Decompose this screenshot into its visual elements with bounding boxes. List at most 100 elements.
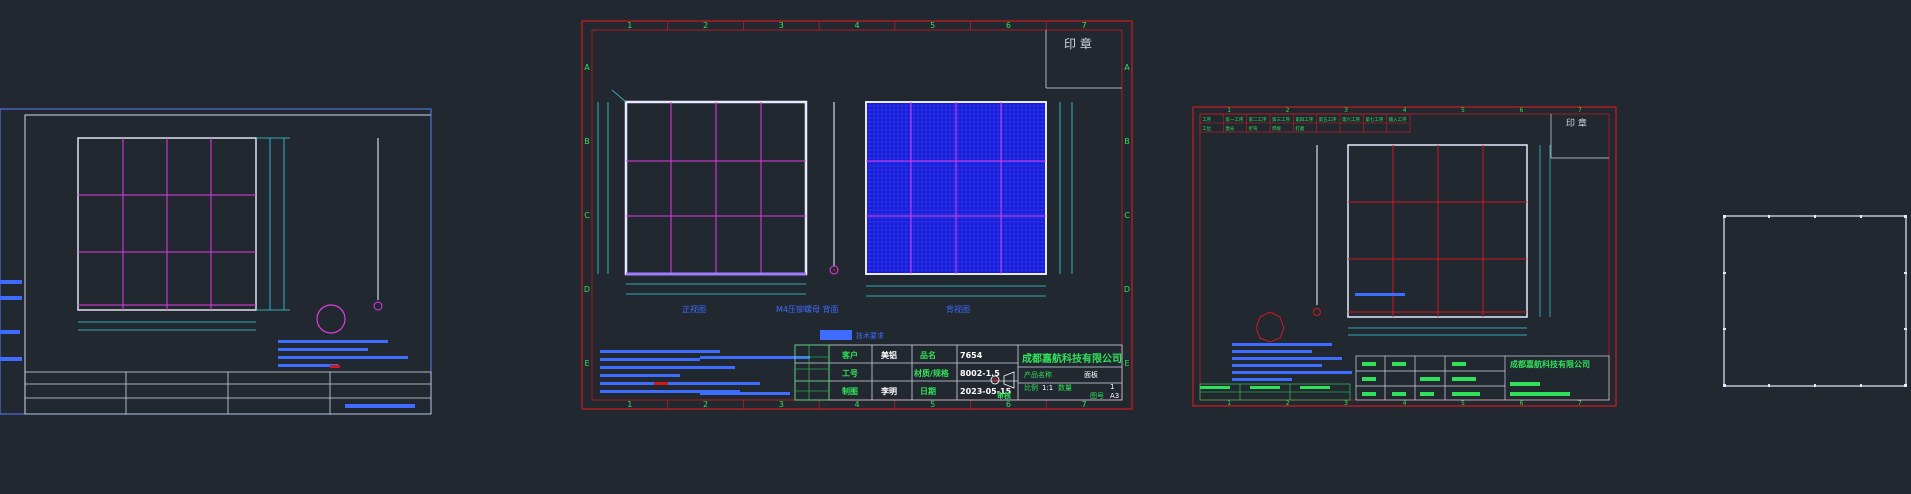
sheet2-row-letter-right: B (1124, 137, 1130, 146)
drawing-sheet-4[interactable] (1723, 215, 1907, 387)
sheet3-header-cell: 第七工序 (1365, 116, 1383, 123)
sheet2-row-letter: A (584, 63, 590, 72)
sheet2-company-info: 产品名称 面板 比例 1:1 数量 1 图号 A3 (1024, 370, 1119, 400)
sheet2-notes (600, 350, 810, 395)
sheet1-red-note (330, 365, 340, 368)
drawing-sheet-1[interactable] (0, 108, 432, 415)
sheet1-side-labels (0, 280, 22, 361)
sheet2-row-letter: D (584, 285, 590, 294)
sheet3-col-number-bottom: 7 (1578, 400, 1582, 407)
sheet2-col-number-bottom: 5 (930, 400, 935, 409)
sheet3-col-number-bottom: 1 (1227, 400, 1231, 407)
sheet3-header-cell: 第一工序 (1225, 116, 1243, 123)
sheet2-caption-mid: M4压铆螺母 背面 (776, 304, 839, 314)
sheet1-title-company (345, 404, 415, 408)
sheet2-stamp-box: 印 章 (1045, 30, 1122, 89)
sheet3-stamp-label: 印 章 (1566, 117, 1587, 129)
sheet3-dimensions (1348, 145, 1551, 336)
sheet2-product-label: 品名 (920, 350, 936, 360)
sheet2-col-number: 1 (627, 21, 632, 30)
sheet2-col-number-bottom: 7 (1082, 400, 1087, 409)
svg-text:比例: 比例 (1024, 383, 1038, 392)
sheet2-row-letter-right: A (1124, 63, 1130, 72)
sheet2-red-note (654, 382, 668, 385)
sheet2-col-number-bottom: 3 (779, 400, 784, 409)
sheet3-header-cell: 第四工序 (1295, 116, 1313, 123)
sheet2-col-number: 3 (779, 21, 784, 30)
svg-text:1: 1 (1110, 383, 1114, 391)
sheet3-col-number-bottom: 3 (1344, 400, 1348, 407)
sheet2-col-number-bottom: 1 (627, 400, 632, 409)
sheet2-process-label: 工号 (842, 369, 858, 378)
sheet2-title-text: 客户 美铝 品名 7654 工号 材质/规格 8002-1.5 制图 李明 日期… (841, 350, 1012, 400)
svg-text:图号: 图号 (1090, 392, 1104, 400)
sheet1-hole-symbol (373, 301, 383, 311)
sheet3-col-number: 1 (1227, 107, 1231, 114)
sheet2-col-number: 4 (854, 21, 859, 30)
svg-text:A3: A3 (1110, 392, 1119, 400)
sheet3-header-cell: 输入工序 (1389, 116, 1407, 123)
sheet2-legend-title: 技术要求 (856, 331, 884, 340)
sheet1-panel-grid (78, 138, 256, 310)
sheet2-row-letter: E (584, 359, 589, 368)
sheet2-col-number: 7 (1082, 21, 1087, 30)
sheet2-material-label: 材质/规格 (914, 368, 950, 378)
sheet2-material-value: 8002-1.5 (960, 369, 1000, 378)
sheet2-front-grid (626, 102, 806, 274)
sheet3-stamp-polygon (1255, 311, 1285, 343)
sheet3-col-number-bottom: 4 (1403, 400, 1407, 407)
sheet3-header-cell: 折弯 (1249, 125, 1258, 132)
sheet3-header-cell: 工位 (1202, 125, 1211, 132)
sheet3-col-number: 7 (1578, 107, 1582, 114)
sheet3-header-cell: 激光 (1225, 125, 1234, 132)
sheet3-panel-grid (1348, 145, 1527, 317)
sheet2-row-letter-right: C (1124, 211, 1130, 220)
sheet2-col-number: 6 (1006, 21, 1011, 30)
sheet3-header-cell: 第六工序 (1342, 116, 1360, 123)
sheet2-row-letter-right: D (1124, 285, 1130, 294)
drawing-sheet-3[interactable]: 1 1 2 2 3 3 4 4 5 5 6 6 7 7 工序 第一工序 第二工序 第三工序 第四工序 第五工序 第六工… (1192, 106, 1617, 407)
sheet3-col-number: 2 (1286, 107, 1290, 114)
sheet2-date-label: 日期 (920, 386, 936, 396)
sheet2-company-name: 成都嘉航科技有限公司 (1022, 352, 1122, 365)
sheet3-col-number-bottom: 5 (1461, 400, 1465, 407)
sheet3-header-cell: 焊接 (1272, 125, 1281, 132)
svg-text:1:1: 1:1 (1042, 384, 1053, 392)
sheet3-col-number: 3 (1344, 107, 1348, 114)
sheet2-side-hole-dot (833, 269, 835, 271)
sheet2-product-value: 7654 (960, 351, 983, 360)
sheet2-row-letter-right: E (1124, 359, 1129, 368)
sheet3-header-cell: 第二工序 (1249, 116, 1267, 123)
sheet2-reviewed-label: 审核 (997, 391, 1011, 400)
sheet3-notes (1232, 343, 1352, 381)
sheet3-header-cell: 第三工序 (1272, 116, 1290, 123)
sheet2-prepared-value: 李明 (880, 386, 897, 396)
sheet2-row-letter: C (584, 211, 590, 220)
sheet2-caption-front: 正视图 (682, 304, 706, 314)
sheet2-caption-back: 背视图 (946, 304, 970, 314)
sheet3-company-name: 成都嘉航科技有限公司 (1510, 359, 1590, 369)
svg-text:数量: 数量 (1058, 383, 1072, 392)
sheet4-panel-outline (1723, 215, 1907, 387)
sheet3-col-number: 5 (1461, 107, 1465, 114)
sheet2-customer-label: 客户 (841, 350, 858, 360)
sheet4-corner-marks (1723, 215, 1907, 387)
sheet3-col-number: 4 (1403, 107, 1407, 114)
cad-model-space[interactable]: 11223344556677 A AB BC CD DE E 印 章 正视图 M… (0, 0, 1911, 494)
sheet2-stamp-label: 印 章 (1064, 36, 1092, 51)
sheet3-col-number: 6 (1519, 107, 1523, 114)
sheet2-customer-value: 美铝 (881, 350, 897, 360)
sheet2-legend-highlight (820, 330, 852, 340)
sheet1-dimension-lines (78, 137, 290, 331)
sheet3-side-hole (1313, 308, 1321, 316)
drawing-sheet-2[interactable]: 11223344556677 A AB BC CD DE E 印 章 正视图 M… (581, 20, 1133, 410)
sheet3-callout (1355, 293, 1405, 296)
sheet2-green-grid (794, 344, 830, 401)
sheet3-col-number-bottom: 2 (1286, 400, 1290, 407)
sheet3-col-number-bottom: 6 (1519, 400, 1523, 407)
sheet2-prepared-label: 制图 (842, 386, 858, 396)
sheet3-header-cell: 打磨 (1295, 125, 1304, 132)
sheet2-col-number: 5 (930, 21, 935, 30)
sheet3-stamp-box: 印 章 (1550, 114, 1609, 159)
sheet3-header-cell: 工序 (1202, 116, 1211, 123)
